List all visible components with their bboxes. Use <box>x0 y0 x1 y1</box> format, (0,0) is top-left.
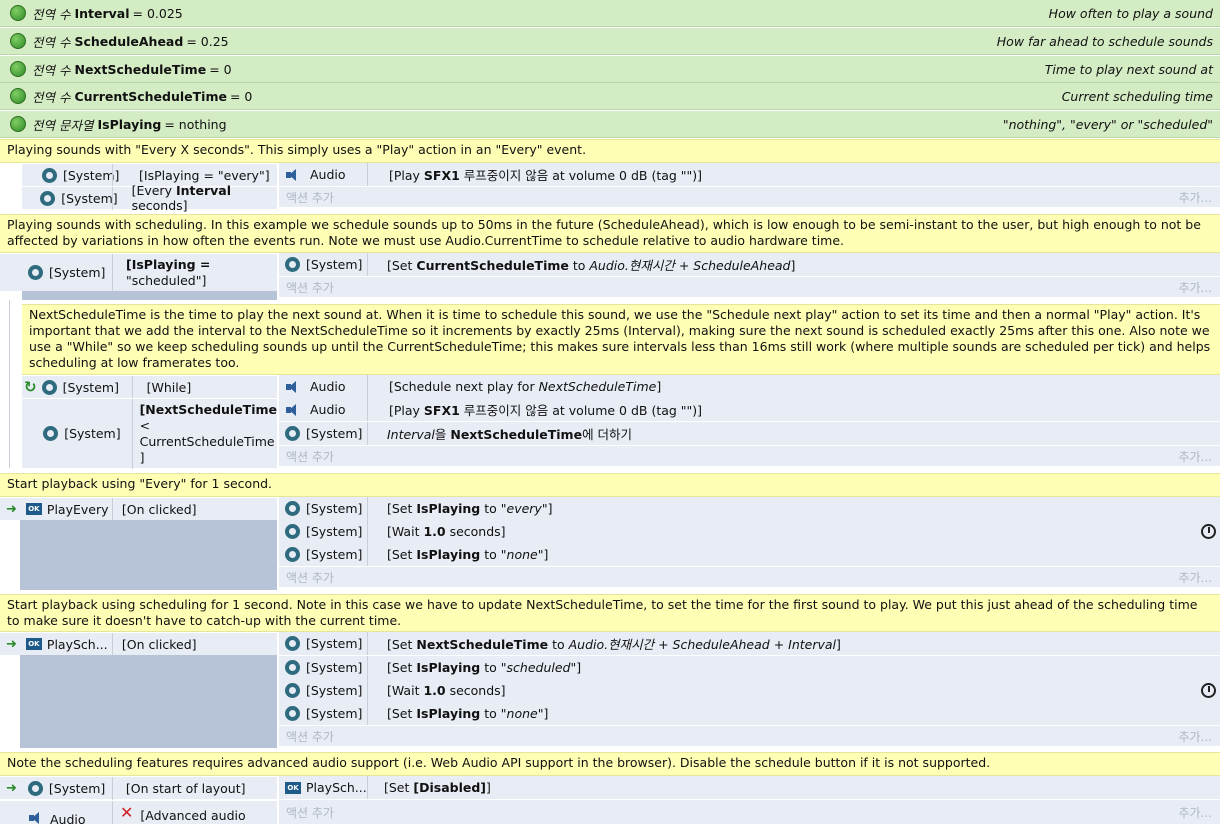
gear-icon <box>28 265 43 280</box>
button-icon: OK <box>25 503 42 515</box>
gear-icon <box>40 190 56 206</box>
comment-start-scheduling[interactable]: Start playback using scheduling for 1 se… <box>0 594 1220 632</box>
global-var-currentscheduletime[interactable]: 전역 수 CurrentScheduleTime = 0 Current schedu… <box>0 83 1220 110</box>
loop-icon: ↻ <box>24 378 37 396</box>
global-var-nextscheduletime[interactable]: 전역 수 NextScheduleTime = 0 Time to play next… <box>0 56 1220 83</box>
add-action-button[interactable]: 액션 추가 추가... <box>279 567 1220 587</box>
action-set-isplaying-none[interactable]: [System] [Set IsPlaying to "none"] <box>279 543 1220 566</box>
speaker-icon <box>285 380 301 394</box>
gear-icon <box>285 683 300 698</box>
add-action-button[interactable]: 액션 추가 추가... <box>279 800 1220 824</box>
action-wait[interactable]: [System] [Wait 1.0 seconds] <box>279 679 1220 702</box>
action-set-isplaying-none[interactable]: [System] [Set IsPlaying to "none"] <box>279 702 1220 725</box>
invert-x-icon: ✕ <box>120 803 134 822</box>
gear-icon <box>285 257 300 272</box>
gear-icon <box>285 706 300 721</box>
speaker-icon <box>28 811 44 824</box>
action-set-nextscheduletime[interactable]: [System] [Set NextScheduleTime to Audio.… <box>279 632 1220 655</box>
timer-icon <box>1201 683 1216 698</box>
timer-icon <box>1201 524 1216 539</box>
comment-nextscheduletime[interactable]: NextScheduleTime is the time to play the… <box>22 304 1220 375</box>
gear-icon <box>285 636 300 651</box>
gear-icon <box>285 501 300 516</box>
add-action-button[interactable]: 액션 추가 추가... <box>279 446 1220 466</box>
global-var-interval[interactable]: 전역 수 Interval = 0.025 How often to play a s… <box>0 0 1220 27</box>
gear-icon <box>285 547 300 562</box>
condition-playschedule-clicked[interactable]: ➜ OK PlaySch... [On clicked] <box>0 632 277 656</box>
global-var-scheduleahead[interactable]: 전역 수 ScheduleAhead = 0.25 How far ahead to … <box>0 28 1220 55</box>
condition-advanced-audio[interactable]: Audio ✕ [Advanced audio <box>0 800 277 824</box>
gear-icon <box>285 660 300 675</box>
global-var-isplaying[interactable]: 전역 문자열 IsPlaying = nothing "nothing", "ever… <box>0 111 1220 138</box>
gear-icon <box>41 379 57 395</box>
action-play-sfx1[interactable]: Audio [Play SFX1 루프중이지 않음 at volume 0 dB… <box>279 163 1220 186</box>
speaker-icon <box>285 168 301 182</box>
gear-icon <box>285 524 300 539</box>
condition-every-interval[interactable]: [System] [Every Interval seconds] <box>22 183 277 213</box>
button-icon: OK <box>25 638 42 650</box>
action-schedule-next-play[interactable]: Audio [Schedule next play for NextSchedu… <box>279 375 1220 398</box>
condition-isplaying-scheduled[interactable]: [System] [IsPlaying = "scheduled"] <box>0 253 277 292</box>
globe-icon <box>10 33 26 49</box>
gear-icon <box>43 426 59 441</box>
condition-playevery-clicked[interactable]: ➜ OK PlayEvery [On clicked] <box>0 497 277 521</box>
trigger-arrow-icon: ➜ <box>6 636 17 652</box>
gear-icon <box>42 167 57 183</box>
action-set-disabled[interactable]: OK PlaySch... [Set [Disabled]] <box>279 776 1220 799</box>
condition-start-of-layout[interactable]: ➜ [System] [On start of layout] <box>0 776 277 800</box>
globe-icon <box>10 116 26 132</box>
action-set-isplaying-scheduled[interactable]: [System] [Set IsPlaying to "scheduled"] <box>279 656 1220 679</box>
globe-icon <box>10 5 26 21</box>
speaker-icon <box>285 403 301 417</box>
comment-scheduling[interactable]: Playing sounds with scheduling. In this … <box>0 214 1220 253</box>
gear-icon <box>285 426 300 441</box>
add-action-button[interactable]: 액션 추가 추가... <box>279 726 1220 746</box>
condition-nextscheduletime-lt[interactable]: [System] [NextScheduleTime < CurrentSchedu… <box>22 398 277 469</box>
add-action-button[interactable]: 액션 추가 추가... <box>279 187 1220 207</box>
button-icon: OK <box>285 781 301 794</box>
add-action-button[interactable]: 액션 추가 추가... <box>279 277 1220 297</box>
action-add-interval[interactable]: [System] Interval을 NextScheduleTime에 더하기 <box>279 422 1220 445</box>
comment-advanced-audio[interactable]: Note the scheduling features requires ad… <box>0 752 1220 776</box>
comment-start-every[interactable]: Start playback using "Every" for 1 secon… <box>0 473 1220 497</box>
trigger-arrow-icon: ➜ <box>6 501 17 517</box>
gear-icon <box>27 780 43 796</box>
action-set-isplaying-every[interactable]: [System] [Set IsPlaying to "every"] <box>279 497 1220 520</box>
action-set-currentscheduletime[interactable]: [System] [Set CurrentScheduleTime to Aud… <box>279 253 1220 276</box>
action-wait[interactable]: [System] [Wait 1.0 seconds] <box>279 520 1220 543</box>
globe-icon <box>10 88 26 104</box>
globe-icon <box>10 61 26 77</box>
trigger-arrow-icon: ➜ <box>6 780 17 796</box>
comment-every[interactable]: Playing sounds with "Every X seconds". T… <box>0 139 1220 163</box>
action-play-sfx1[interactable]: Audio [Play SFX1 루프중이지 않음 at volume 0 dB… <box>279 398 1220 421</box>
condition-while[interactable]: ↻ [System] [While] <box>22 375 277 399</box>
